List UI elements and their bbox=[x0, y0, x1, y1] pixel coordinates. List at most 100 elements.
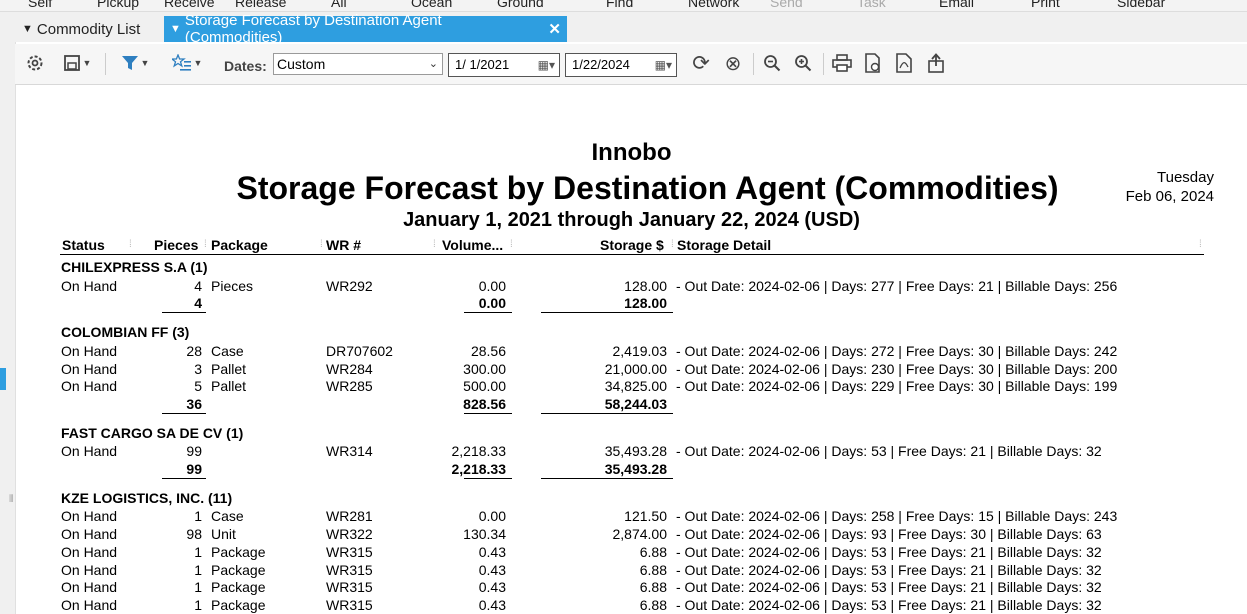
group-total-pieces: 36 bbox=[186, 395, 202, 412]
filter-icon bbox=[121, 56, 138, 70]
column-header-status[interactable]: Status bbox=[62, 237, 105, 253]
close-icon[interactable]: ✕ bbox=[548, 20, 561, 38]
cell-package: Pieces bbox=[211, 277, 254, 294]
calendar-icon[interactable]: ▦▾ bbox=[538, 54, 555, 76]
share-icon bbox=[928, 53, 944, 73]
cell-storage: 21,000.00 bbox=[604, 360, 667, 377]
column-header-storage-detail[interactable]: Storage Detail bbox=[677, 237, 771, 253]
tab-storage-forecast[interactable]: ▼ Storage Forecast by Destination Agent … bbox=[164, 12, 567, 46]
chevron-down-icon: ▼ bbox=[193, 58, 203, 68]
ribbon-release[interactable]: Release bbox=[235, 0, 286, 10]
cell-storage-detail: - Out Date: 2024-02-06 | Days: 53 | Free… bbox=[676, 579, 1102, 596]
print-day: Tuesday bbox=[1157, 169, 1214, 186]
ribbon-ground[interactable]: Ground bbox=[497, 0, 544, 10]
export-pdf-button[interactable] bbox=[891, 52, 917, 74]
ribbon-sidebar[interactable]: Sidebar bbox=[1117, 0, 1165, 10]
zoom-in-icon bbox=[795, 55, 812, 72]
column-header-pieces[interactable]: Pieces bbox=[154, 237, 198, 253]
cell-storage-detail: - Out Date: 2024-02-06 | Days: 258 | Fre… bbox=[676, 508, 1118, 525]
cell-storage-detail: - Out Date: 2024-02-06 | Days: 272 | Fre… bbox=[676, 342, 1118, 359]
cell-pieces: 1 bbox=[194, 543, 202, 560]
settings-button[interactable] bbox=[23, 52, 47, 74]
printer-icon bbox=[832, 54, 852, 72]
ribbon-network[interactable]: Network bbox=[688, 0, 739, 10]
cell-storage-detail: - Out Date: 2024-02-06 | Days: 277 | Fre… bbox=[676, 277, 1118, 294]
refresh-button[interactable]: ⟳ bbox=[688, 52, 714, 75]
cell-storage: 35,493.28 bbox=[604, 443, 667, 460]
zoom-out-icon bbox=[764, 55, 781, 72]
cell-storage-detail: - Out Date: 2024-02-06 | Days: 53 | Free… bbox=[676, 561, 1102, 578]
cell-storage: 6.88 bbox=[639, 579, 667, 596]
ribbon-find[interactable]: Find bbox=[606, 0, 633, 10]
total-underline bbox=[541, 478, 673, 479]
total-underline bbox=[162, 312, 206, 314]
cell-package: Package bbox=[211, 561, 266, 578]
ribbon-task[interactable]: Task bbox=[857, 0, 886, 10]
column-header-wr[interactable]: WR # bbox=[326, 237, 361, 253]
cell-package: Unit bbox=[211, 526, 236, 543]
cell-storage-detail: - Out Date: 2024-02-06 | Days: 53 | Free… bbox=[676, 543, 1102, 560]
cell-pieces: 99 bbox=[186, 443, 202, 460]
ribbon-send[interactable]: Send bbox=[770, 0, 803, 10]
group-header: COLOMBIAN FF (3) bbox=[61, 324, 190, 341]
ribbon-receive[interactable]: Receive bbox=[164, 0, 215, 10]
column-header-volume[interactable]: Volume... bbox=[442, 237, 503, 253]
column-resize-handle[interactable]: ⁞ bbox=[671, 239, 674, 250]
print-date: Feb 06, 2024 bbox=[1125, 188, 1214, 205]
column-resize-handle[interactable]: ⁞ bbox=[510, 239, 513, 250]
calendar-icon[interactable]: ▦▾ bbox=[655, 54, 672, 76]
splitter-grip-icon[interactable]: ⦀ bbox=[9, 494, 13, 505]
cell-pieces: 5 bbox=[194, 378, 202, 395]
cell-storage-detail: - Out Date: 2024-02-06 | Days: 230 | Fre… bbox=[676, 360, 1118, 377]
date-from-field[interactable]: 1/ 1/2021 ▦▾ bbox=[448, 53, 560, 77]
dates-label: Dates: bbox=[224, 58, 267, 74]
tab-bar: ▼ Commodity List ▼ Storage Forecast by D… bbox=[0, 12, 1247, 46]
cell-package: Package bbox=[211, 579, 266, 596]
cell-pieces: 1 bbox=[194, 561, 202, 578]
chevron-down-icon: ▼ bbox=[140, 58, 150, 68]
cell-pieces: 4 bbox=[194, 277, 202, 294]
tab-commodity-list[interactable]: ▼ Commodity List bbox=[16, 16, 164, 42]
cell-storage: 2,874.00 bbox=[612, 526, 668, 543]
total-underline bbox=[464, 478, 512, 479]
column-header-package[interactable]: Package bbox=[211, 237, 268, 253]
ribbon-print[interactable]: Print bbox=[1031, 0, 1060, 10]
save-layout-button[interactable]: ▼ bbox=[55, 52, 99, 74]
tab-label: Storage Forecast by Destination Agent (C… bbox=[184, 12, 442, 46]
report-page: Innobo Storage Forecast by Destination A… bbox=[16, 85, 1247, 614]
ribbon-all[interactable]: All bbox=[331, 0, 347, 10]
cell-package: Pallet bbox=[211, 378, 247, 395]
ribbon-email[interactable]: Email bbox=[939, 0, 974, 10]
column-resize-handle[interactable]: ⁞ bbox=[433, 239, 436, 250]
divider bbox=[823, 53, 824, 75]
column-resize-handle[interactable]: ⁞ bbox=[204, 239, 207, 250]
zoom-out-button[interactable] bbox=[759, 52, 785, 74]
page-setup-button[interactable] bbox=[860, 52, 886, 74]
print-button[interactable] bbox=[829, 52, 855, 74]
ribbon-pickup[interactable]: Pickup bbox=[97, 0, 139, 10]
cell-storage-detail: - Out Date: 2024-02-06 | Days: 93 | Free… bbox=[676, 526, 1102, 543]
cell-storage: 6.88 bbox=[639, 561, 667, 578]
total-underline bbox=[541, 312, 673, 314]
favorites-button[interactable]: ▼ bbox=[165, 52, 209, 74]
save-icon bbox=[63, 55, 80, 71]
cancel-button[interactable]: ⊗ bbox=[720, 52, 746, 75]
total-underline bbox=[464, 312, 512, 314]
group-total-pieces: 4 bbox=[194, 295, 202, 312]
date-range-select[interactable]: Custom ⌄ bbox=[273, 53, 443, 75]
cell-storage: 2,419.03 bbox=[612, 342, 668, 359]
group-header: CHILEXPRESS S.A (1) bbox=[61, 259, 208, 275]
ribbon-self[interactable]: Self bbox=[28, 0, 52, 10]
ribbon-ocean[interactable]: Ocean bbox=[411, 0, 452, 10]
gear-icon bbox=[27, 55, 43, 71]
report-toolbar: ▼ ▼ ▼ Dates: Custom ⌄ 1/ 1/2021 ▦▾ 1/22/… bbox=[15, 44, 1247, 85]
zoom-in-button[interactable] bbox=[790, 52, 816, 74]
share-button[interactable] bbox=[923, 52, 949, 74]
column-resize-handle[interactable]: ⁞ bbox=[1199, 239, 1202, 250]
total-underline bbox=[162, 478, 206, 479]
filter-button[interactable]: ▼ bbox=[113, 52, 157, 74]
column-resize-handle[interactable]: ⁞ bbox=[129, 239, 132, 250]
column-resize-handle[interactable]: ⁞ bbox=[320, 239, 323, 250]
column-header-storage[interactable]: Storage $ bbox=[600, 237, 664, 253]
date-to-field[interactable]: 1/22/2024 ▦▾ bbox=[565, 53, 677, 77]
